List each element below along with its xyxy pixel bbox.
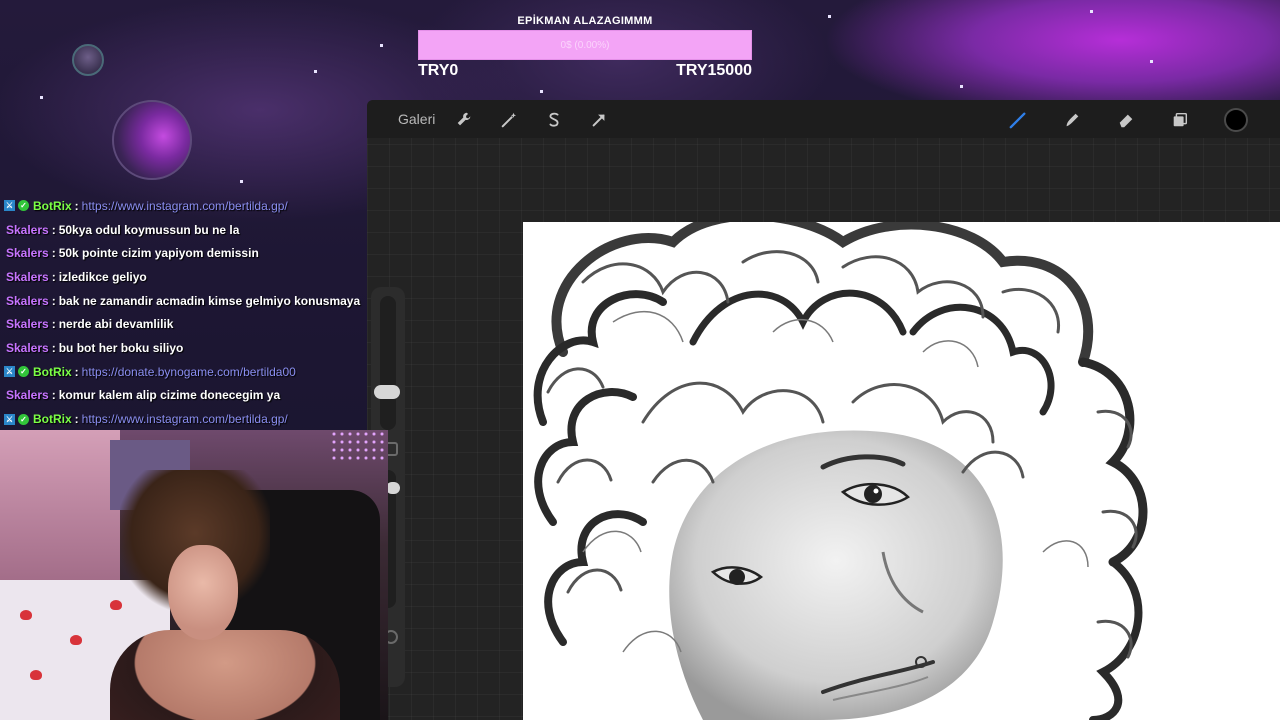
magic-wand-icon[interactable] bbox=[497, 108, 521, 132]
wrench-icon[interactable] bbox=[452, 108, 476, 132]
webcam-streamer-body bbox=[110, 630, 340, 720]
blanket-heart bbox=[70, 635, 82, 645]
goal-progress-text: 0$ (0.00%) bbox=[560, 39, 610, 51]
goal-min-label: TRY0 bbox=[418, 62, 459, 79]
moderator-badge-icon: ⚔ bbox=[4, 413, 15, 425]
chat-username[interactable]: Skalers bbox=[6, 341, 49, 355]
chat-text: bu bot her boku siliyo bbox=[58, 340, 184, 355]
layers-icon[interactable] bbox=[1168, 108, 1192, 132]
chat-username[interactable]: Skalers bbox=[6, 317, 49, 331]
chat-text: izledikce geliyo bbox=[58, 269, 147, 284]
chat-message: ⚔ ✓ BotRix: https://www.instagram.com/berti… bbox=[4, 194, 374, 218]
chat-separator: : bbox=[74, 364, 79, 379]
chat-message: Skalers:50k pointe cizim yapiyom demissi… bbox=[4, 241, 374, 265]
chat-username[interactable]: Skalers bbox=[6, 223, 49, 237]
chat-username[interactable]: BotRix bbox=[33, 412, 72, 426]
star bbox=[960, 85, 963, 88]
verified-badge-icon: ✓ bbox=[18, 200, 29, 212]
star bbox=[1150, 60, 1153, 63]
pixel-planet bbox=[112, 100, 192, 180]
chat-username[interactable]: Skalers bbox=[6, 270, 49, 284]
blanket-heart bbox=[20, 610, 32, 620]
moderator-badge-icon: ⚔ bbox=[4, 200, 15, 212]
pixel-moon bbox=[72, 44, 104, 76]
eraser-icon[interactable] bbox=[1114, 108, 1138, 132]
webcam-wall bbox=[0, 430, 120, 590]
chat-separator: : bbox=[74, 198, 79, 213]
chat-separator: : bbox=[51, 293, 56, 308]
chat-message: Skalers: nerde abi devamlilik bbox=[4, 312, 374, 336]
chat-separator: : bbox=[74, 412, 79, 427]
chat-text: 50kya odul koymussun bu ne la bbox=[58, 222, 240, 237]
verified-badge-icon: ✓ bbox=[18, 366, 29, 378]
drawing-canvas[interactable] bbox=[523, 222, 1280, 720]
chat-separator: : bbox=[51, 246, 56, 261]
stream-chat: ⚔ ✓ BotRix: https://www.instagram.com/berti… bbox=[4, 194, 374, 431]
brush-size-slider-thumb[interactable] bbox=[374, 385, 400, 399]
transform-icon[interactable] bbox=[587, 108, 611, 132]
star bbox=[380, 44, 383, 47]
chat-username[interactable]: BotRix bbox=[33, 199, 72, 213]
selection-icon[interactable] bbox=[542, 108, 566, 132]
gallery-button[interactable]: Galeri bbox=[398, 111, 435, 127]
chat-username[interactable]: BotRix bbox=[33, 365, 72, 379]
blanket-heart bbox=[30, 670, 42, 680]
color-swatch[interactable] bbox=[1224, 108, 1248, 132]
verified-badge-icon: ✓ bbox=[18, 413, 29, 425]
chat-message: Skalers: izledikce geliyo bbox=[4, 265, 374, 289]
chat-separator: : bbox=[51, 222, 56, 237]
opacity-slider-thumb[interactable] bbox=[386, 482, 400, 494]
chat-link[interactable]: https://donate.bynogame.com/bertilda00 bbox=[82, 365, 296, 379]
chat-message: Skalers:50kya odul koymussun bu ne la bbox=[4, 218, 374, 242]
star bbox=[540, 90, 543, 93]
chat-username[interactable]: Skalers bbox=[6, 388, 49, 402]
star bbox=[40, 96, 43, 99]
chat-text: komur kalem alip cizime donecegim ya bbox=[58, 388, 281, 403]
star bbox=[314, 70, 317, 73]
chat-message: Skalers: bu bot her boku siliyo bbox=[4, 336, 374, 360]
chat-message: Skalers: komur kalem alip cizime donecegi… bbox=[4, 384, 374, 408]
moderator-badge-icon: ⚔ bbox=[4, 366, 15, 378]
webcam-string-lights bbox=[330, 430, 388, 460]
curly-hair-portrait-drawing bbox=[533, 222, 1148, 720]
chat-separator: : bbox=[51, 388, 56, 403]
chat-link[interactable]: https://www.instagram.com/bertilda.gp/ bbox=[82, 412, 288, 426]
brush-icon[interactable] bbox=[1006, 108, 1030, 132]
chat-separator: : bbox=[51, 269, 56, 284]
goal-title: EPİKMAN ALAZAGIMMM bbox=[517, 15, 653, 27]
chat-text: 50k pointe cizim yapiyom demissin bbox=[58, 246, 259, 261]
chat-text: nerde abi devamlilik bbox=[58, 317, 174, 332]
chat-text: bak ne zamandir acmadin kimse gelmiyo ko… bbox=[58, 293, 361, 308]
chat-separator: : bbox=[51, 340, 56, 355]
chat-message: Skalers: bak ne zamandir acmadin kimse ge… bbox=[4, 289, 374, 313]
chat-message: ⚔ ✓ BotRix: https://www.instagram.com/berti… bbox=[4, 407, 374, 431]
goal-progress-bar: 0$ (0.00%) bbox=[418, 30, 752, 60]
webcam-feed bbox=[0, 430, 388, 720]
chat-link[interactable]: https://www.instagram.com/bertilda.gp/ bbox=[82, 199, 288, 213]
chat-message: ⚔ ✓ BotRix: https://donate.bynogame.com/ber… bbox=[4, 360, 374, 384]
chat-username[interactable]: Skalers bbox=[6, 294, 49, 308]
star bbox=[1090, 10, 1093, 13]
webcam-streamer-face bbox=[168, 545, 238, 640]
star bbox=[240, 180, 243, 183]
chat-separator: : bbox=[51, 317, 56, 332]
smudge-icon[interactable] bbox=[1060, 108, 1084, 132]
star bbox=[828, 15, 831, 18]
chat-username[interactable]: Skalers bbox=[6, 246, 49, 260]
brush-size-slider[interactable] bbox=[380, 296, 396, 430]
goal-max-label: TRY15000 bbox=[676, 62, 752, 79]
